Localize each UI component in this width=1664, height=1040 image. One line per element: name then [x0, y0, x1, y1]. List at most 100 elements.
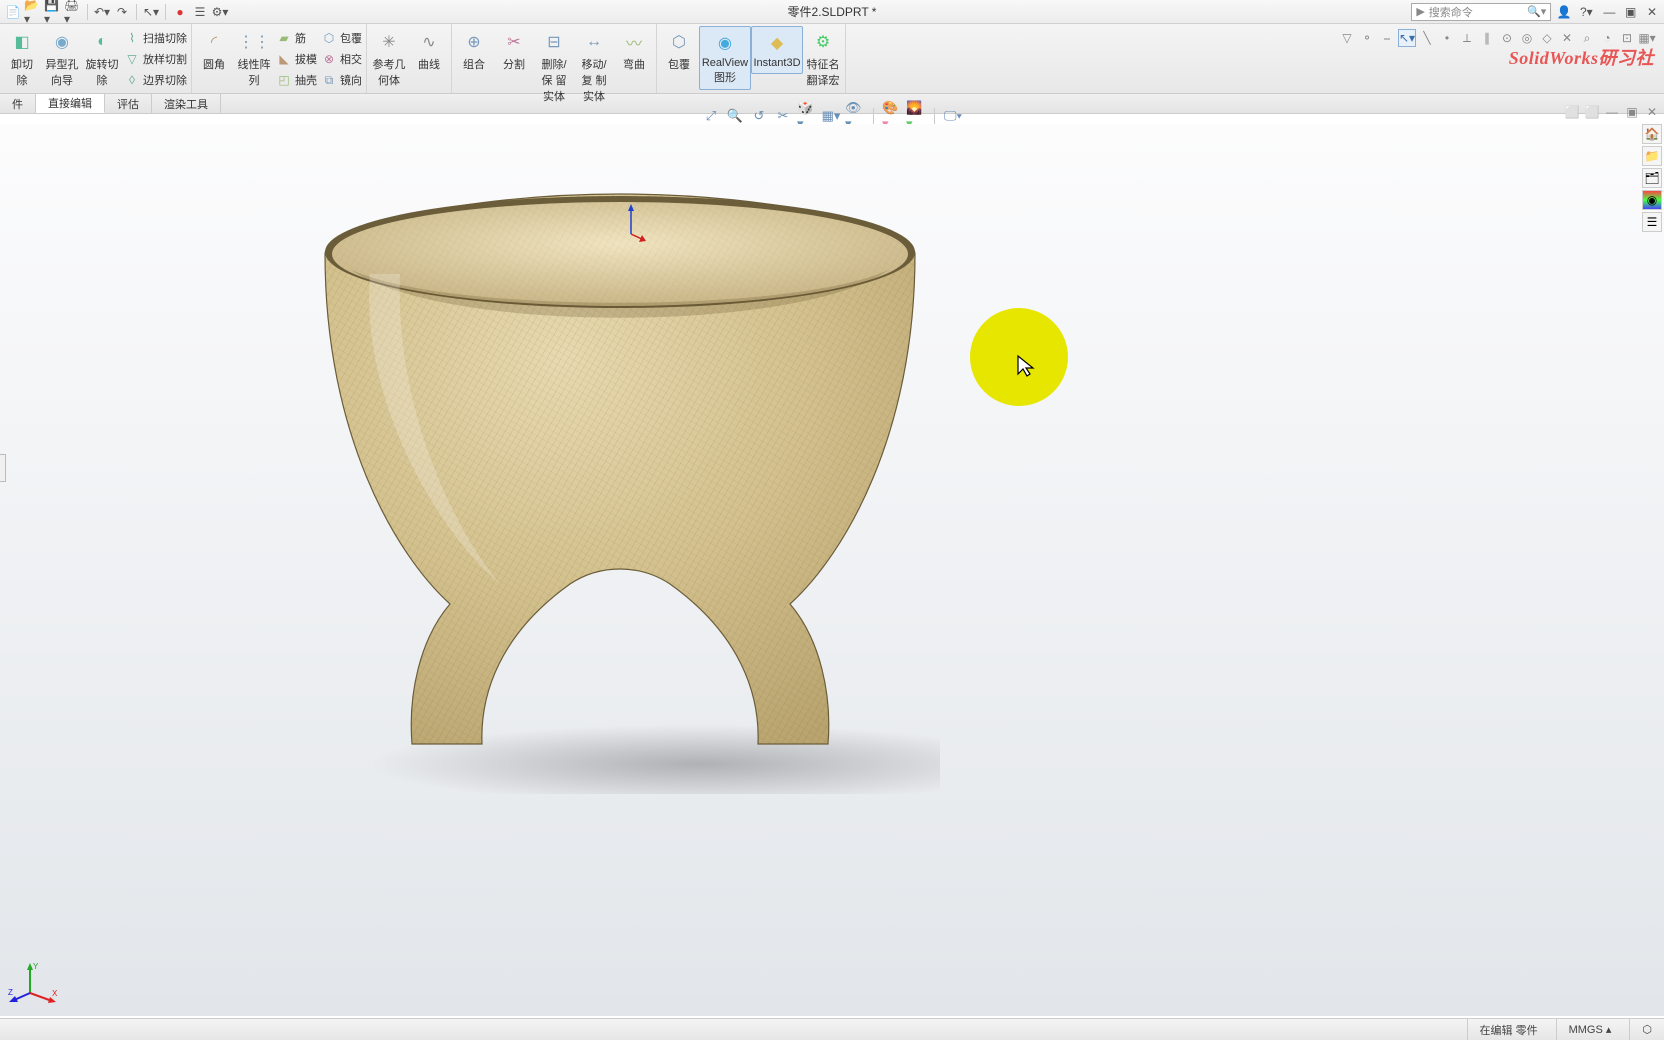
cut-stack: ⌇扫描切除 ▽放样切割 ◊边界切除 [122, 26, 189, 90]
origin-triad[interactable] [616, 204, 646, 244]
design-library-icon[interactable]: 🗂 [1642, 168, 1662, 188]
wrap-button[interactable]: ⬡包覆 [319, 28, 364, 48]
ribbon-group-reference: ✳参考几 何体 ∿曲线 [367, 24, 452, 93]
tab-direct-edit[interactable]: 直接编辑 [36, 94, 105, 113]
combine-button[interactable]: ⊕组合 [454, 26, 494, 76]
separator [934, 108, 935, 124]
intersect-button[interactable]: ⊗相交 [319, 49, 364, 69]
draft-button[interactable]: ◣拔模 [274, 49, 319, 69]
reference-triad[interactable]: Y X Z [8, 961, 58, 1006]
edit-appearance-icon[interactable]: 🎨▾ [882, 106, 902, 126]
fillet-button[interactable]: ◜圆角 [194, 26, 234, 76]
perp-icon[interactable]: ⟂ [1458, 29, 1476, 47]
filter-vertex-icon[interactable]: ⚬ [1358, 29, 1376, 47]
revolved-cut-button[interactable]: ◐旋转切 除 [82, 26, 122, 92]
flex-button[interactable]: 〰弯曲 [614, 26, 654, 76]
doc-minimize-icon[interactable]: — [1604, 104, 1620, 120]
restore-button[interactable]: ▣ [1623, 4, 1639, 20]
search-placeholder: 搜索命令 [1429, 4, 1473, 20]
rebuild-icon[interactable]: ● [171, 3, 189, 21]
zoom-area-icon[interactable]: 🔍 [725, 106, 745, 126]
redo-icon[interactable]: ↷ [113, 3, 131, 21]
previous-view-icon[interactable]: ↺ [749, 106, 769, 126]
minimize-button[interactable]: — [1601, 4, 1617, 20]
svg-text:X: X [52, 989, 58, 998]
display-style-icon[interactable]: ▦▾ [821, 106, 841, 126]
realview-button[interactable]: ◉RealView 图形 [699, 26, 751, 90]
print-icon[interactable]: 🖨▾ [64, 3, 82, 21]
swept-cut-button[interactable]: ⌇扫描切除 [122, 28, 189, 48]
status-extra-icon[interactable]: ⬡ [1629, 1019, 1652, 1040]
select-icon[interactable]: ↖▾ [142, 3, 160, 21]
ribbon-group-bodies: ⊕组合 ✂分割 ⊟删除/保 留实体 ↔移动/复 制实体 〰弯曲 [452, 24, 657, 93]
zoom-fit-icon[interactable]: ⤢ [701, 106, 721, 126]
hide-show-icon[interactable]: 👁▾ [845, 106, 865, 126]
rib-button[interactable]: ▰筋 [274, 28, 319, 48]
title-bar: 📄 📂▾ 💾▾ 🖨▾ ↶▾ ↷ ↖▾ ● ☰ ⚙▾ 零件2.SLDPRT * ▶… [0, 0, 1664, 24]
parallel-icon[interactable]: ∥ [1478, 29, 1496, 47]
split-button[interactable]: ✂分割 [494, 26, 534, 76]
view-orientation-icon[interactable]: 🎲▾ [797, 106, 817, 126]
separator [136, 4, 137, 20]
quick-access-toolbar: 📄 📂▾ 💾▾ 🖨▾ ↶▾ ↷ ↖▾ ● ☰ ⚙▾ [0, 3, 229, 21]
instant3d-button[interactable]: ◆Instant3D [751, 26, 803, 74]
filter-face-icon[interactable]: ↖▾ [1398, 29, 1416, 47]
linear-pattern-button[interactable]: ⋮⋮线性阵 列 [234, 26, 274, 92]
doc-close-icon[interactable]: ✕ [1644, 104, 1660, 120]
filter-icon[interactable]: ▽ [1338, 29, 1356, 47]
view-settings-icon[interactable]: 🖵▾ [943, 106, 963, 126]
curves-button[interactable]: ∿曲线 [409, 26, 449, 76]
feature-tree-flyout-tab[interactable] [0, 454, 6, 482]
extruded-cut-button[interactable]: ◧卸切 除 [2, 26, 42, 92]
ribbon-group-features: ◜圆角 ⋮⋮线性阵 列 ▰筋 ◣拔模 ◰抽壳 ⬡包覆 ⊗相交 ⧉镜向 [192, 24, 367, 93]
status-edit-mode: 在编辑 零件 [1467, 1019, 1538, 1040]
ribbon-group-cut: ◧卸切 除 ◉异型孔 向导 ◐旋转切 除 ⌇扫描切除 ▽放样切割 ◊边界切除 [0, 24, 192, 93]
custom-props-icon[interactable]: ☰ [1642, 212, 1662, 232]
separator [165, 4, 166, 20]
translate-macro-button[interactable]: ⚙特征名 翻译宏 [803, 26, 843, 92]
window-buttons: — ▣ ✕ [1599, 4, 1660, 20]
undo-icon[interactable]: ↶▾ [93, 3, 111, 21]
user-icon[interactable]: 👤 [1555, 3, 1573, 21]
task-pane-tabs: 🏠 📁 🗂 ◉ ☰ [1642, 124, 1664, 232]
shell-button[interactable]: ◰抽壳 [274, 70, 319, 90]
appearances-icon[interactable]: ◉ [1642, 190, 1662, 210]
search-input[interactable]: ▶ 搜索命令 🔍▾ [1411, 3, 1551, 21]
boundary-cut-button[interactable]: ◊边界切除 [122, 70, 189, 90]
search-icon: ▶ [1416, 5, 1424, 18]
line-filter-icon[interactable]: ╲ [1418, 29, 1436, 47]
ref-geometry-button[interactable]: ✳参考几 何体 [369, 26, 409, 92]
loft-cut-button[interactable]: ▽放样切割 [122, 49, 189, 69]
doc-next-icon[interactable]: ⬜ [1584, 104, 1600, 120]
status-units[interactable]: MMGS ▴ [1556, 1019, 1612, 1040]
settings-icon[interactable]: ⚙▾ [211, 3, 229, 21]
open-icon[interactable]: 📂▾ [24, 3, 42, 21]
help-icon[interactable]: ?▾ [1577, 3, 1595, 21]
apply-scene-icon[interactable]: 🌄▾ [906, 106, 926, 126]
section-view-icon[interactable]: ✂ [773, 106, 793, 126]
close-button[interactable]: ✕ [1644, 4, 1660, 20]
hole-wizard-button[interactable]: ◉异型孔 向导 [42, 26, 82, 92]
feat-stack1: ▰筋 ◣拔模 ◰抽壳 [274, 26, 319, 90]
graphics-area[interactable]: Y X Z [0, 124, 1664, 1016]
move-copy-body-button[interactable]: ↔移动/复 制实体 [574, 26, 614, 108]
tab-features[interactable]: 件 [0, 94, 36, 113]
filter-edge-icon[interactable]: ⎯ [1378, 29, 1396, 47]
resources-icon[interactable]: 📁 [1642, 146, 1662, 166]
options-icon[interactable]: ☰ [191, 3, 209, 21]
doc-restore-icon[interactable]: ▣ [1624, 104, 1640, 120]
tab-evaluate[interactable]: 评估 [105, 94, 152, 113]
document-window-controls: ⬜ ⬜ — ▣ ✕ [1564, 104, 1660, 120]
new-icon[interactable]: 📄 [4, 3, 22, 21]
save-icon[interactable]: 💾▾ [44, 3, 62, 21]
wrap2-button[interactable]: ⬡包覆 [659, 26, 699, 76]
model-vase[interactable] [300, 174, 940, 794]
point-filter-icon[interactable]: • [1438, 29, 1456, 47]
delete-body-button[interactable]: ⊟删除/保 留实体 [534, 26, 574, 108]
home-icon[interactable]: 🏠 [1642, 124, 1662, 144]
tab-render-tools[interactable]: 渲染工具 [152, 94, 221, 113]
ribbon-group-view: ⬡包覆 ◉RealView 图形 ◆Instant3D ⚙特征名 翻译宏 [657, 24, 846, 93]
mirror-button[interactable]: ⧉镜向 [319, 70, 364, 90]
doc-prev-icon[interactable]: ⬜ [1564, 104, 1580, 120]
svg-text:Y: Y [33, 962, 39, 971]
